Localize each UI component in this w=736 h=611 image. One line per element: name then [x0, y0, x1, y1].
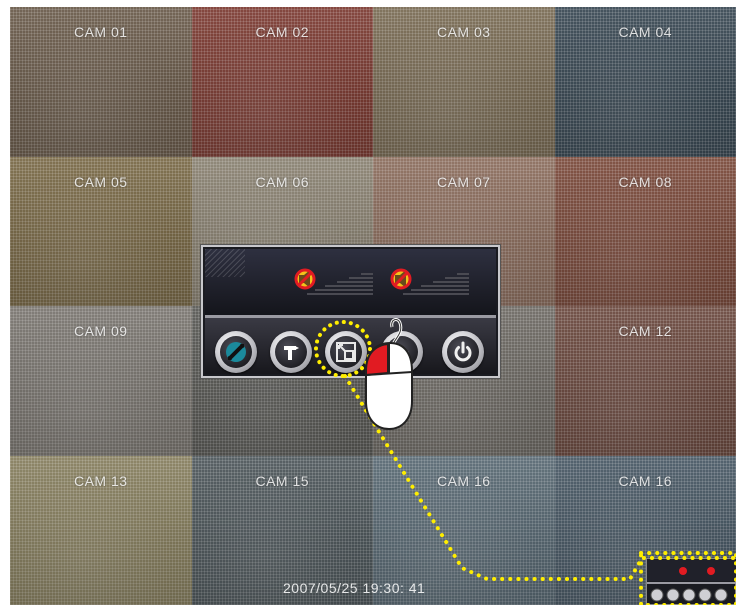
audio-bars: [307, 273, 373, 295]
camera-label: CAM 13: [10, 473, 192, 489]
audio-bars: [403, 273, 469, 295]
camera-label: CAM 07: [373, 174, 555, 190]
audio-meter-1: [293, 255, 373, 299]
mouse-click-icon: [360, 315, 420, 435]
camera-label: CAM 16: [555, 473, 736, 489]
speaker-muted-icon: [295, 269, 315, 289]
mini-control-panel[interactable]: [646, 558, 736, 605]
camera-label: CAM 08: [555, 174, 736, 190]
tools-button[interactable]: [270, 331, 312, 373]
fullscreen-icon: [334, 340, 358, 364]
camera-label: CAM 16: [373, 473, 555, 489]
camera-tile[interactable]: CAM 12: [555, 306, 736, 456]
camera-label: CAM 05: [10, 174, 192, 190]
camera-tile[interactable]: CAM 13: [10, 456, 192, 606]
camera-tile[interactable]: CAM 08: [555, 157, 736, 307]
camera-tile[interactable]: CAM 01: [10, 7, 192, 157]
power-icon: [451, 340, 475, 364]
ptz-button[interactable]: [215, 331, 257, 373]
camera-tile[interactable]: CAM 05: [10, 157, 192, 307]
camera-label: CAM 03: [373, 24, 555, 40]
camera-label: CAM 12: [555, 323, 736, 339]
mini-panel-graphic: [647, 559, 736, 606]
camera-label: CAM 04: [555, 24, 736, 40]
camera-label: CAM 09: [10, 323, 192, 339]
camera-tile[interactable]: CAM 02: [192, 7, 374, 157]
camera-label: CAM 01: [10, 24, 192, 40]
camera-tile[interactable]: CAM 09: [10, 306, 192, 456]
audio-meter-2: [389, 255, 469, 299]
mini-speaker-icon: [707, 567, 715, 575]
timestamp-overlay: 2007/05/25 19:30: 41: [283, 580, 425, 596]
camera-label: CAM 15: [192, 473, 374, 489]
tools-icon: [279, 340, 303, 364]
speaker-muted-icon: [391, 269, 411, 289]
ptz-icon: [224, 340, 248, 364]
camera-label: CAM 02: [192, 24, 374, 40]
control-panel: [201, 245, 500, 378]
camera-tile[interactable]: CAM 03: [373, 7, 555, 157]
camera-label: CAM 06: [192, 174, 374, 190]
power-button[interactable]: [442, 331, 484, 373]
panel-texture: [205, 249, 245, 277]
camera-tile[interactable]: CAM 04: [555, 7, 736, 157]
mini-speaker-icon: [679, 567, 687, 575]
